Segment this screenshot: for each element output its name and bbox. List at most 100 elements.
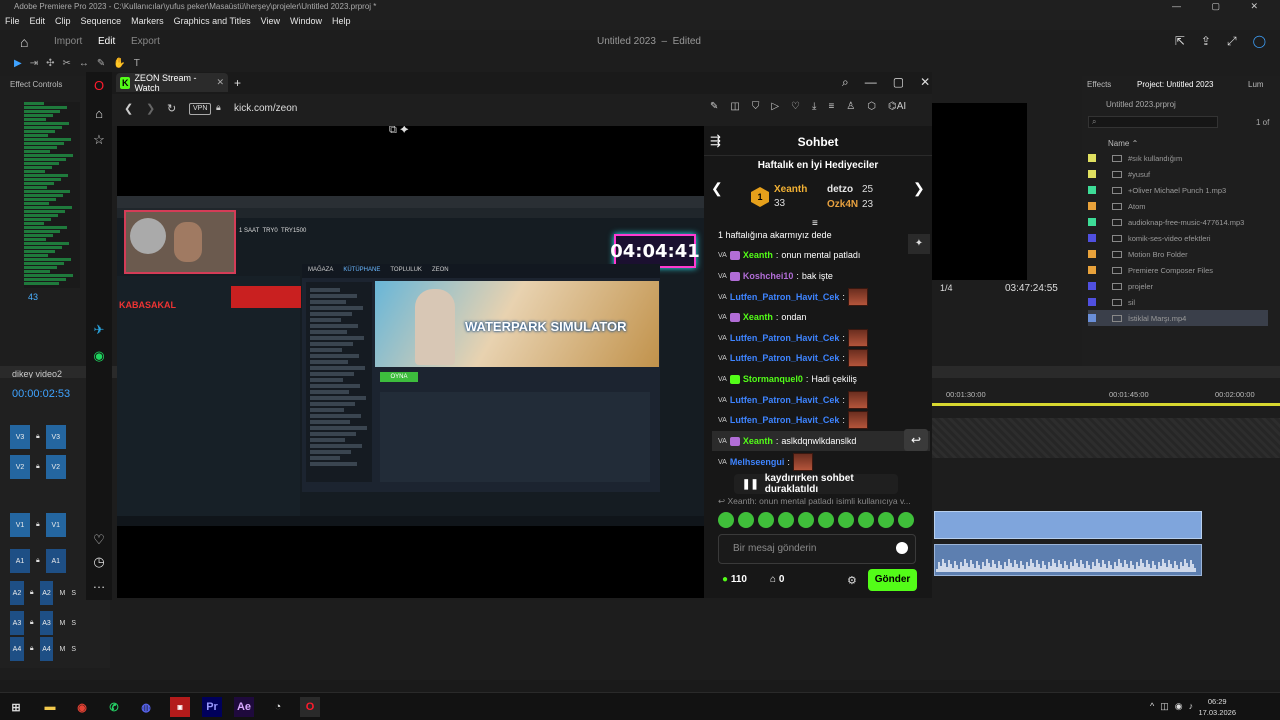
play-icon[interactable]: ▷ (771, 101, 779, 112)
tab-import[interactable]: Import (54, 36, 82, 47)
gifter-name[interactable]: Ozk4N (827, 199, 858, 210)
bin-item[interactable]: #yusuf (1088, 166, 1268, 182)
quick-emote[interactable] (738, 512, 754, 528)
track-target[interactable]: V2 (45, 455, 66, 479)
track-select-icon[interactable]: ⇥ (30, 58, 38, 74)
bin-item[interactable]: Atom (1088, 198, 1268, 214)
mute-button[interactable]: M (59, 590, 65, 597)
solo-button[interactable]: S (71, 646, 76, 653)
quick-emote[interactable] (798, 512, 814, 528)
quick-emote[interactable] (858, 512, 874, 528)
lock-icon[interactable]: 🔒︎ (36, 433, 40, 441)
browser-search-icon[interactable]: ⌕ (842, 75, 849, 90)
taskbar-clock[interactable]: 06:29 17.03.2026 (1198, 696, 1236, 718)
tab-effects[interactable]: Effects (1087, 80, 1111, 89)
bin-item[interactable]: İstiklal Marşı.mp4 (1088, 310, 1268, 326)
bin-item[interactable]: audioknap-free-music-477614.mp3 (1088, 214, 1268, 230)
project-search-input[interactable]: ⌕ (1088, 116, 1218, 128)
track-header[interactable]: A2 🔒︎ A2 M S (10, 580, 76, 606)
track-target[interactable]: A1 (45, 549, 66, 573)
menu-item[interactable]: Edit (30, 16, 46, 28)
chat-username[interactable]: Lutfen_Patron_Havit_Cek (730, 333, 840, 343)
bin-item[interactable]: Motion Bro Folder (1088, 246, 1268, 262)
track-label[interactable]: A3 (10, 611, 24, 635)
track-target[interactable]: A3 (39, 611, 54, 635)
tab-project[interactable]: Project: Untitled 2023 (1137, 80, 1214, 89)
opera-logo-icon[interactable]: O (91, 78, 107, 93)
send-button[interactable]: Gönder (868, 569, 917, 591)
chat-username[interactable]: Xeanth (743, 250, 773, 260)
heart-icon[interactable]: ♡ (791, 101, 800, 112)
chat-message[interactable]: VA Stormanquel0: Hadi çekiliş (718, 370, 926, 388)
name-column-header[interactable]: Name ⌃ (1108, 139, 1138, 148)
premiere-pro-icon[interactable]: Pr (202, 697, 222, 717)
timeline-ruler[interactable]: 00:01:30:00 00:01:45:00 00:02:00:00 (932, 390, 1280, 402)
chat-username[interactable]: Lutfen_Patron_Havit_Cek (730, 415, 840, 425)
menu-item[interactable]: View (261, 16, 280, 28)
emoji-icon[interactable] (896, 542, 908, 554)
windows-start-icon[interactable]: ⊞ (6, 697, 26, 717)
chat-input[interactable]: Bir mesaj gönderin (718, 534, 916, 564)
chat-username[interactable]: Xeanth (743, 312, 773, 322)
new-tab-button[interactable]: + (234, 76, 241, 90)
camera-icon[interactable]: ◫ (730, 101, 739, 112)
picture-in-picture-icon[interactable]: ⧉ ✦ (389, 126, 409, 137)
chat-username[interactable]: Lutfen_Patron_Havit_Cek (730, 292, 840, 302)
quick-emote[interactable] (718, 512, 734, 528)
chat-username[interactable]: Lutfen_Patron_Havit_Cek (730, 395, 840, 405)
maximize-icon[interactable]: ▢ (893, 75, 904, 90)
star-icon[interactable]: ☆ (91, 132, 107, 148)
stream-video[interactable]: ⧉ ✦ 1 SAAT TRY0 TRY1500 KABASAKAL 04:04:… (117, 126, 704, 598)
after-effects-icon[interactable]: Ae (234, 697, 254, 717)
menu-item[interactable]: Window (290, 16, 322, 28)
minimize-icon[interactable]: — (865, 75, 877, 90)
chat-message[interactable]: VA Lutfen_Patron_Havit_Cek: (718, 391, 926, 409)
quick-emote[interactable] (898, 512, 914, 528)
gifter-name[interactable]: detzo (827, 184, 853, 195)
menu-item[interactable]: Clip (55, 16, 71, 28)
progress-icon[interactable]: ◯ (1253, 34, 1266, 49)
mute-button[interactable]: M (59, 620, 65, 627)
chat-message[interactable]: VA Lutfen_Patron_Havit_Cek: (718, 349, 926, 367)
url-field[interactable]: kick.com/zeon (234, 103, 297, 114)
chat-paused-banner[interactable]: ❚❚ kaydırırken sohbet duraklatıldı (734, 473, 898, 495)
chat-message[interactable]: VA Lutfen_Patron_Havit_Cek: (718, 288, 926, 306)
more-icon[interactable]: … (91, 576, 107, 591)
window-controls[interactable]: — ▢ ✕ (1172, 1, 1272, 12)
file-explorer-icon[interactable]: ▬ (40, 697, 60, 717)
bin-item[interactable]: sil (1088, 294, 1268, 310)
expand-gifters-icon[interactable]: ≡ (812, 218, 818, 229)
menu-item[interactable]: Sequence (81, 16, 122, 28)
video-clip-v1[interactable] (934, 511, 1202, 539)
profile-icon[interactable]: ♙ (846, 101, 855, 112)
selection-tool-icon[interactable]: ▶ (14, 58, 22, 74)
chat-message[interactable]: VA Xeanth: onun mental patladı (718, 246, 926, 264)
channel-points[interactable]: ● 110 (722, 574, 747, 585)
spotify-icon[interactable]: ◉ (91, 348, 107, 364)
bin-item[interactable]: projeler (1088, 278, 1268, 294)
quick-emote[interactable] (758, 512, 774, 528)
bin-item[interactable]: komik-ses-video efektleri (1088, 230, 1268, 246)
chat-username[interactable]: Stormanquel0 (743, 374, 803, 384)
track-header[interactable]: V3 🔒︎ V3 (10, 424, 76, 450)
menu-icon[interactable]: ≡ (828, 101, 834, 112)
chat-message[interactable]: VA Lutfen_Patron_Havit_Cek: (718, 329, 926, 347)
reload-icon[interactable]: ↻ (167, 102, 176, 115)
lock-icon[interactable]: 🔒︎ (36, 463, 40, 471)
track-header[interactable]: A1 🔒︎ A1 (10, 548, 76, 574)
track-label[interactable]: A1 (10, 549, 30, 573)
home-icon[interactable]: ⌂ (91, 106, 107, 121)
chat-message[interactable]: VA Xeanth: aslkdqnwlkdanslkd (718, 432, 926, 450)
fullscreen-icon[interactable]: ⤢ (1227, 34, 1237, 49)
tab-close-icon[interactable]: ✕ (216, 77, 224, 88)
share-icon[interactable]: ⇪ (1201, 34, 1211, 49)
discord-icon[interactable]: ◍ (136, 697, 156, 717)
history-icon[interactable]: ◷ (91, 554, 107, 570)
tab-export[interactable]: Export (131, 36, 160, 47)
track-label[interactable]: A4 (10, 637, 24, 661)
chat-message[interactable]: VA Koshchei10: bak işte (718, 267, 926, 285)
menu-item[interactable]: File (5, 16, 20, 28)
gifters-next-icon[interactable]: ❯ (913, 180, 925, 197)
quick-emote[interactable] (818, 512, 834, 528)
edit-icon[interactable]: ✎ (710, 101, 718, 112)
